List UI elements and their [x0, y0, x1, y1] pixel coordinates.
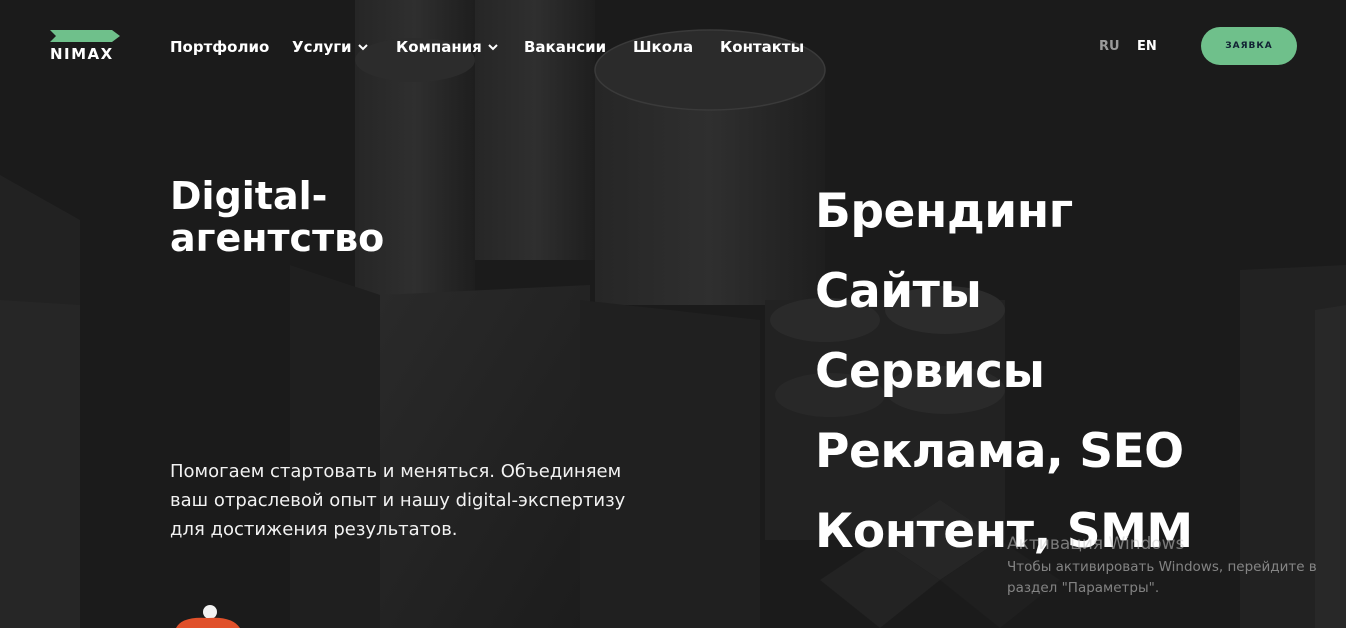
menu-item-portfolio[interactable]: Портфолио [170, 37, 269, 57]
windows-activation-title: Активация Windows [1007, 534, 1185, 554]
service-link-ads-seo[interactable]: Реклама, SEO [815, 412, 1193, 492]
menu-item-label: Контакты [720, 38, 805, 56]
menu-item-label: Компания [396, 38, 482, 56]
page-title: Digital- агентство [170, 175, 490, 259]
title-line-1: Digital- [170, 174, 328, 218]
chevron-down-icon [357, 44, 368, 51]
menu-item-services[interactable]: Услуги [292, 37, 368, 57]
menu-item-vacancies[interactable]: Вакансии [524, 37, 606, 57]
logo-text: NIMAX [50, 45, 114, 63]
menu-item-label: Услуги [292, 38, 352, 56]
menu-item-company[interactable]: Компания [396, 37, 498, 57]
services-list: Брендинг Сайты Сервисы Реклама, SEO Конт… [815, 172, 1193, 572]
service-link-sites[interactable]: Сайты [815, 252, 1193, 332]
chevron-down-icon [488, 44, 498, 51]
service-link-services[interactable]: Сервисы [815, 332, 1193, 412]
language-ru-link[interactable]: RU [1099, 39, 1120, 55]
menu-item-school[interactable]: Школа [633, 37, 693, 57]
menu-item-label: Вакансии [524, 38, 607, 56]
top-navigation: NIMAX Портфолио Услуги Компания Вакансии… [0, 0, 1346, 95]
windows-activation-text: Чтобы активировать Windows, перейдите в … [1007, 559, 1317, 596]
menu-item-label: Школа [633, 38, 694, 56]
menu-item-label: Портфолио [170, 38, 270, 56]
hero-description: Помогаем стартовать и меняться. Объединя… [170, 461, 626, 540]
logo-mark-icon [50, 30, 120, 42]
nimax-logo[interactable]: NIMAX [50, 30, 122, 64]
mascot-icon [176, 605, 240, 628]
language-en-link[interactable]: EN [1137, 39, 1157, 55]
service-link-branding[interactable]: Брендинг [815, 172, 1193, 252]
request-button[interactable]: ЗАЯВКА [1201, 27, 1297, 65]
menu-item-contacts[interactable]: Контакты [720, 37, 804, 57]
title-line-2: агентство [170, 216, 385, 260]
